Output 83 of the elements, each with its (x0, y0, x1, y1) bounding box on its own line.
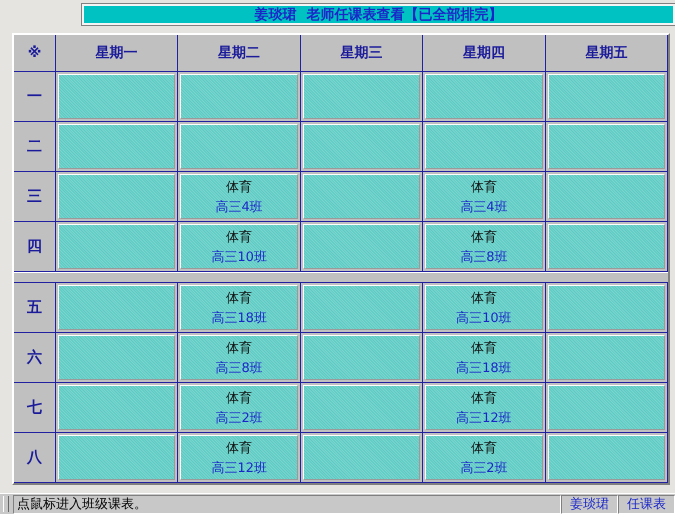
timetable-cell[interactable]: 体育 高三2班 (180, 385, 298, 430)
timetable-cell[interactable] (58, 124, 176, 169)
period-label: 二 (14, 122, 56, 172)
column-header: 星期五 (546, 35, 668, 72)
class-link[interactable]: 高三2班 (215, 408, 263, 426)
timetable-cell[interactable]: 体育 高三4班 (425, 174, 543, 219)
timetable-cell[interactable]: 体育 高三4班 (180, 174, 298, 219)
timetable-cell[interactable] (425, 74, 543, 119)
timetable-cell[interactable] (302, 435, 420, 480)
timetable-cell[interactable] (58, 74, 176, 119)
timetable-cell[interactable] (58, 335, 176, 380)
timetable-cell[interactable] (180, 74, 298, 119)
subject-text: 体育 (226, 340, 252, 356)
timetable-cell[interactable] (548, 124, 665, 169)
subject-text: 体育 (470, 178, 497, 196)
period-label: 一 (14, 72, 56, 122)
timetable-cell[interactable] (548, 285, 665, 330)
period-label: 六 (14, 333, 56, 383)
timetable-cell[interactable] (302, 385, 420, 430)
timetable-cell[interactable] (548, 335, 665, 380)
grip-handle (3, 496, 9, 512)
column-header: 星期三 (300, 35, 424, 72)
period-label: 四 (14, 222, 56, 272)
class-link[interactable]: 高三2班 (460, 458, 508, 476)
timetable-cell[interactable] (548, 435, 665, 480)
timetable-cell[interactable]: 体育 高三18班 (425, 335, 543, 380)
class-link[interactable]: 高三12班 (211, 458, 267, 476)
class-link[interactable]: 高三4班 (215, 198, 263, 216)
subject-text: 体育 (470, 228, 497, 246)
timetable-cell[interactable] (180, 124, 298, 169)
subject-text: 体育 (226, 390, 252, 406)
subject-text: 体育 (226, 290, 252, 306)
status-message: 点鼠标进入班级课表。 (13, 494, 561, 514)
subject-text: 体育 (226, 440, 252, 456)
timetable-cell[interactable] (302, 124, 420, 169)
timetable-cell[interactable] (548, 224, 665, 269)
timetable-cell[interactable] (302, 224, 420, 269)
class-link[interactable]: 高三8班 (460, 248, 508, 266)
timetable-cell[interactable] (58, 385, 176, 430)
class-link[interactable]: 高三10班 (456, 308, 512, 326)
timetable-cell[interactable]: 体育 高三2班 (425, 435, 543, 480)
timetable-cell[interactable] (548, 385, 665, 430)
class-link[interactable]: 高三18班 (456, 358, 512, 376)
class-link[interactable]: 高三4班 (460, 198, 508, 216)
subject-text: 体育 (226, 228, 252, 246)
window-title: 姜琰珺 老师任课表查看【已全部排完】 (254, 6, 502, 24)
timetable-cell[interactable] (58, 285, 176, 330)
subject-text: 体育 (470, 440, 497, 456)
column-header: 星期二 (178, 35, 301, 72)
period-label: 五 (14, 283, 56, 333)
timetable-cell[interactable] (302, 74, 420, 119)
class-link[interactable]: 高三18班 (211, 308, 267, 326)
timetable-cell[interactable] (548, 74, 665, 119)
period-label: 七 (14, 383, 56, 433)
timetable-cell[interactable]: 体育 高三10班 (425, 285, 543, 330)
timetable-cell[interactable] (302, 285, 420, 330)
subject-text: 体育 (470, 290, 497, 306)
timetable-cell[interactable] (548, 174, 665, 219)
subject-text: 体育 (226, 178, 252, 196)
column-header: 星期四 (423, 35, 546, 72)
timetable-cell[interactable] (58, 224, 176, 269)
timetable-cell[interactable] (58, 174, 176, 219)
subject-text: 体育 (470, 390, 497, 406)
timetable-cell[interactable]: 体育 高三8班 (180, 335, 298, 380)
timetable-cell[interactable] (425, 124, 543, 169)
timetable-cell[interactable]: 体育 高三8班 (425, 224, 543, 269)
timetable-cell[interactable] (302, 174, 420, 219)
class-link[interactable]: 高三8班 (215, 358, 263, 376)
class-link[interactable]: 高三12班 (456, 408, 512, 426)
subject-text: 体育 (470, 340, 497, 356)
teacher-name: 姜琰珺 (561, 494, 618, 514)
column-header: 星期一 (56, 35, 178, 72)
timetable-cell[interactable] (302, 335, 420, 380)
view-name: 任课表 (618, 494, 675, 514)
period-label: 八 (14, 433, 56, 483)
timetable-cell[interactable]: 体育 高三10班 (180, 224, 298, 269)
period-label: 三 (14, 172, 56, 222)
timetable-cell[interactable]: 体育 高三12班 (425, 385, 543, 430)
corner-header: ※ (14, 35, 56, 72)
class-link[interactable]: 高三10班 (211, 248, 267, 266)
timetable-cell[interactable]: 体育 高三12班 (180, 435, 298, 480)
timetable-cell[interactable] (58, 435, 176, 480)
timetable-cell[interactable]: 体育 高三18班 (180, 285, 298, 330)
